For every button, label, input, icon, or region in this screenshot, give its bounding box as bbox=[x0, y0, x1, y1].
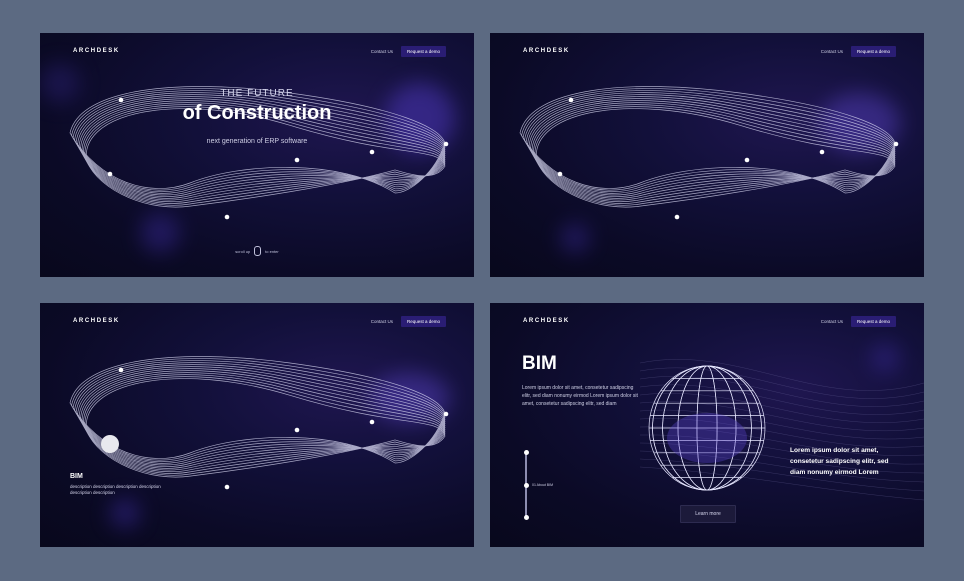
screen-ribbon: ARCHDESK Contact Us Request a demo bbox=[490, 33, 924, 277]
wave-ribbon bbox=[519, 86, 899, 220]
bim-side-text: Lorem ipsum dolor sit amet, consetetur s… bbox=[790, 447, 889, 476]
timeline-dot[interactable] bbox=[523, 450, 529, 455]
scroll-hint-after: to enter bbox=[265, 248, 279, 254]
top-nav: Contact Us Request a demo bbox=[371, 46, 446, 57]
node-dot[interactable] bbox=[224, 214, 230, 220]
bim-sphere-icon[interactable] bbox=[101, 435, 119, 453]
contact-link[interactable]: Contact Us bbox=[371, 49, 393, 54]
ribbon-line bbox=[527, 96, 896, 197]
node-dot[interactable] bbox=[893, 141, 899, 147]
screen-hero: ARCHDESK Contact Us Request a demo THE F… bbox=[40, 33, 474, 277]
ribbon-line bbox=[519, 86, 896, 194]
contact-link[interactable]: Contact Us bbox=[821, 319, 843, 324]
request-demo-button[interactable]: Request a demo bbox=[850, 46, 896, 57]
wave-ribbon bbox=[69, 86, 449, 220]
screen-bim-intro: ARCHDESK Contact Us Request a demo BIM d… bbox=[40, 303, 474, 547]
globe-glow bbox=[667, 413, 747, 463]
contact-link[interactable]: Contact Us bbox=[821, 49, 843, 54]
node-dot[interactable] bbox=[224, 484, 230, 490]
hero-kicker: THE FUTURE bbox=[220, 88, 294, 99]
ribbon-line bbox=[77, 366, 446, 467]
request-demo-button[interactable]: Request a demo bbox=[400, 46, 446, 57]
node-dot[interactable] bbox=[369, 149, 375, 155]
timeline-dot[interactable] bbox=[523, 515, 529, 520]
learn-more-button[interactable]: Learn more bbox=[680, 505, 736, 523]
node-dot[interactable] bbox=[819, 149, 825, 155]
node-dot[interactable] bbox=[294, 157, 300, 163]
node-dot[interactable] bbox=[107, 171, 113, 177]
timeline-label: 01 About BIM bbox=[532, 483, 554, 487]
bim-description: Lorem ipsum dolor sit amet, consetetur s… bbox=[522, 385, 638, 407]
bim-title: BIM bbox=[522, 353, 557, 374]
mouse-icon bbox=[254, 246, 262, 256]
ribbon-line bbox=[521, 88, 896, 192]
bim-card-description: description description description desc… bbox=[70, 484, 161, 495]
logo[interactable]: ARCHDESK bbox=[73, 318, 120, 324]
node-dot[interactable] bbox=[118, 367, 124, 373]
top-nav: Contact Us Request a demo bbox=[821, 46, 896, 57]
logo[interactable]: ARCHDESK bbox=[523, 318, 570, 324]
request-demo-button[interactable]: Request a demo bbox=[850, 316, 896, 327]
ribbon-line bbox=[69, 356, 446, 464]
top-nav: Contact Us Request a demo bbox=[821, 316, 896, 327]
ribbon-line bbox=[71, 358, 446, 462]
node-dot[interactable] bbox=[568, 97, 574, 103]
timeline bbox=[523, 450, 529, 520]
node-dot[interactable] bbox=[557, 171, 563, 177]
background-line bbox=[639, 384, 924, 415]
screen-bim-detail: ARCHDESK Contact Us Request a demo BIM L… bbox=[490, 303, 924, 547]
logo[interactable]: ARCHDESK bbox=[73, 48, 120, 54]
bim-card-title: BIM bbox=[70, 473, 83, 480]
hero-subtitle: next generation of ERP software bbox=[206, 138, 308, 145]
top-nav: Contact Us Request a demo bbox=[371, 316, 446, 327]
hero-title: of Construction bbox=[182, 102, 332, 124]
node-dot[interactable] bbox=[744, 157, 750, 163]
scroll-hint: scroll up to enter bbox=[40, 246, 474, 256]
timeline-dot-active[interactable] bbox=[523, 483, 529, 488]
request-demo-button[interactable]: Request a demo bbox=[400, 316, 446, 327]
background-line bbox=[639, 359, 924, 391]
scroll-hint-before: scroll up bbox=[235, 248, 251, 254]
node-dot[interactable] bbox=[294, 427, 300, 433]
node-dot[interactable] bbox=[369, 419, 375, 425]
node-dot[interactable] bbox=[443, 411, 449, 417]
wave-ribbon bbox=[69, 356, 449, 490]
node-dot[interactable] bbox=[674, 214, 680, 220]
contact-link[interactable]: Contact Us bbox=[371, 319, 393, 324]
logo[interactable]: ARCHDESK bbox=[523, 48, 570, 54]
